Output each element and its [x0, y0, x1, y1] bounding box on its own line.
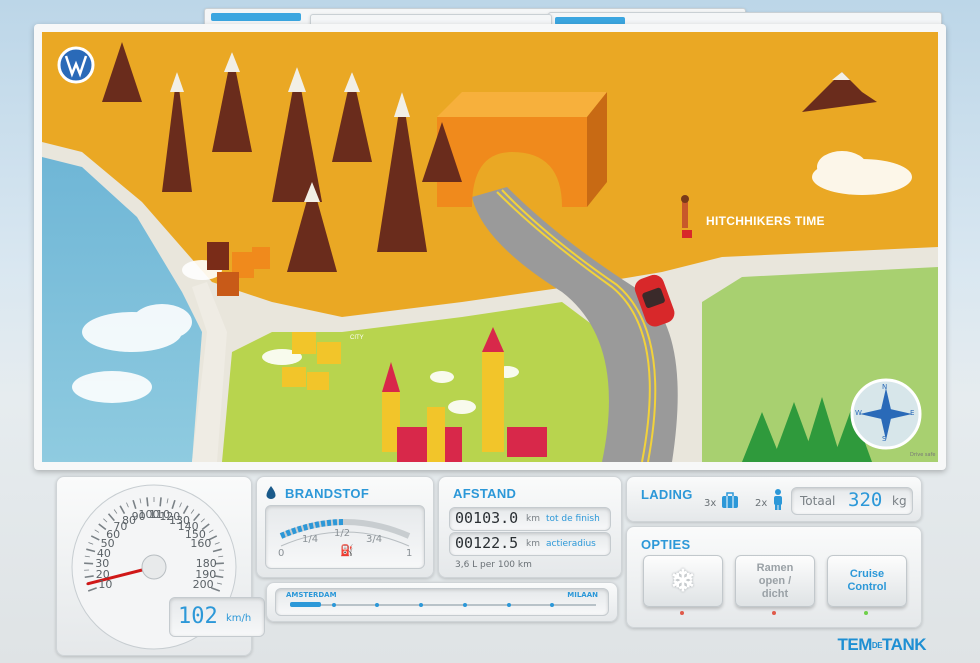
speed-readout: 102 km/h: [169, 597, 265, 637]
fuel-gauge: 0 1/4 1/2 ⛽ 3/4 1: [265, 505, 425, 569]
route-start-label: AMSTERDAM: [286, 591, 337, 599]
route-track[interactable]: AMSTERDAM MILAAN: [275, 588, 609, 616]
fuel-consumption: 3,6 L per 100 km: [455, 560, 532, 570]
speed-label-200: 200: [192, 577, 214, 591]
finish-distance-row: 00103.0 km tot de finish: [449, 507, 611, 531]
compass-w: W: [855, 409, 862, 417]
total-value: 320: [848, 489, 883, 511]
distance-title: AFSTAND: [453, 486, 517, 501]
speedometer-panel: 10 20 30 40 50 60 70 80 90 100 110 120 130 140 150 160 1…: [56, 476, 265, 656]
speed-tick: [159, 497, 162, 507]
route-stop: [331, 603, 336, 607]
route-stop: [462, 603, 467, 607]
logo-part-small: DE: [871, 641, 883, 651]
drive-safe-note: Drive safe: [910, 452, 936, 458]
cruise-control-label: Cruise Control: [847, 568, 887, 593]
fuel-label-0: 0: [278, 548, 285, 559]
route-stop: [419, 603, 424, 607]
fuel-label-quarter: 1/4: [302, 534, 319, 545]
route-end-label: MILAAN: [567, 591, 598, 599]
speed-value: 102: [178, 604, 218, 629]
speed-label-160: 160: [190, 536, 212, 550]
total-weight: Totaal 320 kg: [791, 487, 913, 515]
total-unit: kg: [892, 494, 907, 508]
route-progress-bar: [290, 602, 321, 607]
finish-distance-unit: km: [526, 514, 540, 524]
compass-e: E: [910, 409, 915, 417]
route-panel: AMSTERDAM MILAAN: [266, 582, 618, 622]
range-unit: km: [526, 539, 540, 549]
compass-n: N: [882, 383, 888, 391]
luggage-icon: [721, 491, 739, 513]
logo-part-2: TANK: [882, 635, 926, 654]
fuel-panel: BRANDSTOF 0 1/4 1/2 ⛽ 3/4 1: [256, 476, 434, 578]
game-map[interactable]: HITCHHIKERS TIME CITY VW N E S W Drive s…: [42, 32, 938, 462]
range-row: 00122.5 km actieradius: [449, 532, 611, 556]
hitchhikers-time-label[interactable]: HITCHHIKERS TIME: [706, 214, 825, 228]
windows-button-label: Ramen open / dicht: [756, 561, 794, 600]
distance-panel: AFSTAND 00103.0 km tot de finish 00122.5…: [438, 476, 622, 578]
load-panel: LADING 3x 2x Totaal 320 kg: [626, 476, 922, 522]
total-label: Totaal: [800, 494, 836, 508]
fuel-label-half: 1/2: [334, 528, 351, 539]
compass-s: S: [882, 435, 887, 443]
map-frame: HITCHHIKERS TIME CITY VW N E S W Drive s…: [34, 24, 946, 470]
cruise-control-indicator: [864, 611, 868, 615]
temdetank-logo: TEMDETANK: [837, 635, 927, 655]
route-stop: [375, 603, 380, 607]
fuel-label-1: 1: [406, 548, 413, 559]
fuel-pump-icon: ⛽: [340, 544, 354, 557]
speed-tick: [146, 497, 149, 507]
speed-unit: km/h: [226, 613, 252, 624]
windows-button[interactable]: Ramen open / dicht: [735, 555, 815, 607]
range-value: 00122.5: [455, 534, 519, 552]
vw-logo: VW: [59, 48, 93, 82]
compass-icon: N E S W: [852, 380, 920, 448]
cruise-control-button[interactable]: Cruise Control: [827, 555, 907, 607]
airco-indicator: [680, 611, 684, 615]
windows-indicator: [772, 611, 776, 615]
options-title: OPTIES: [641, 537, 691, 552]
person-icon: [772, 489, 784, 515]
load-title: LADING: [641, 487, 693, 502]
finish-distance-label: tot de finish: [546, 514, 600, 524]
map-illustration: [42, 32, 938, 462]
finish-distance-value: 00103.0: [455, 509, 519, 527]
snowflake-icon: ❄: [670, 564, 696, 598]
fuel-drop-icon: [265, 485, 276, 499]
fuel-label-three-quarter: 3/4: [366, 534, 383, 545]
route-stop: [506, 603, 511, 607]
options-panel: OPTIES ❄ Ramen open / dicht Cruise Contr…: [626, 526, 922, 628]
logo-part-1: TEM: [837, 635, 873, 654]
luggage-count: 3x: [704, 498, 717, 509]
city-label[interactable]: CITY: [350, 335, 364, 341]
fuel-title: BRANDSTOF: [285, 486, 370, 501]
range-label: actieradius: [546, 539, 596, 549]
person-count: 2x: [755, 498, 768, 509]
airco-button[interactable]: ❄: [643, 555, 723, 607]
route-stop: [550, 603, 555, 607]
